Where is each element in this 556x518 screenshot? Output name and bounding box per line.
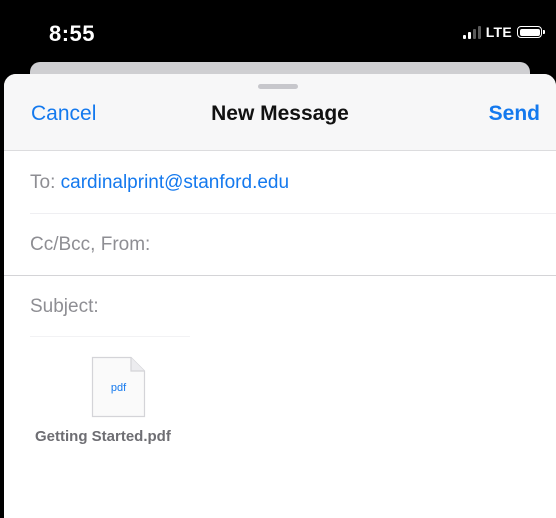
to-recipient[interactable]: cardinalprint@stanford.edu [61, 172, 289, 193]
pdf-file-icon: pdf [91, 356, 146, 418]
cc-bcc-from-label: Cc/Bcc, From: [30, 234, 151, 255]
send-button[interactable]: Send [489, 102, 540, 126]
compose-title: New Message [211, 102, 349, 125]
file-type-label: pdf [110, 382, 127, 394]
subject-field[interactable]: Subject: [4, 276, 556, 337]
divider [30, 336, 190, 337]
battery-icon [517, 26, 545, 38]
pdf-attachment[interactable]: pdf Getting Started.pdf [30, 354, 220, 454]
status-indicators: LTE [462, 24, 545, 40]
signal-bars-icon [462, 25, 481, 39]
network-type: LTE [485, 24, 512, 40]
status-time: 8:55 [49, 21, 96, 46]
compose-sheet: Cancel New Message Send To: cardinalprin… [4, 74, 556, 518]
cc-bcc-from-field[interactable]: Cc/Bcc, From: [4, 214, 556, 275]
subject-label: Subject: [30, 296, 99, 317]
to-label: To: [30, 172, 56, 193]
to-field-content: To: cardinalprint@stanford.edu [30, 172, 289, 194]
compose-nav-bar: Cancel New Message Send [4, 74, 556, 151]
sheet-grabber[interactable] [258, 84, 298, 89]
to-field[interactable]: To: cardinalprint@stanford.edu [4, 152, 556, 213]
attachment-filename: Getting Started.pdf [35, 428, 171, 445]
status-bar: 8:55 LTE [0, 0, 556, 62]
